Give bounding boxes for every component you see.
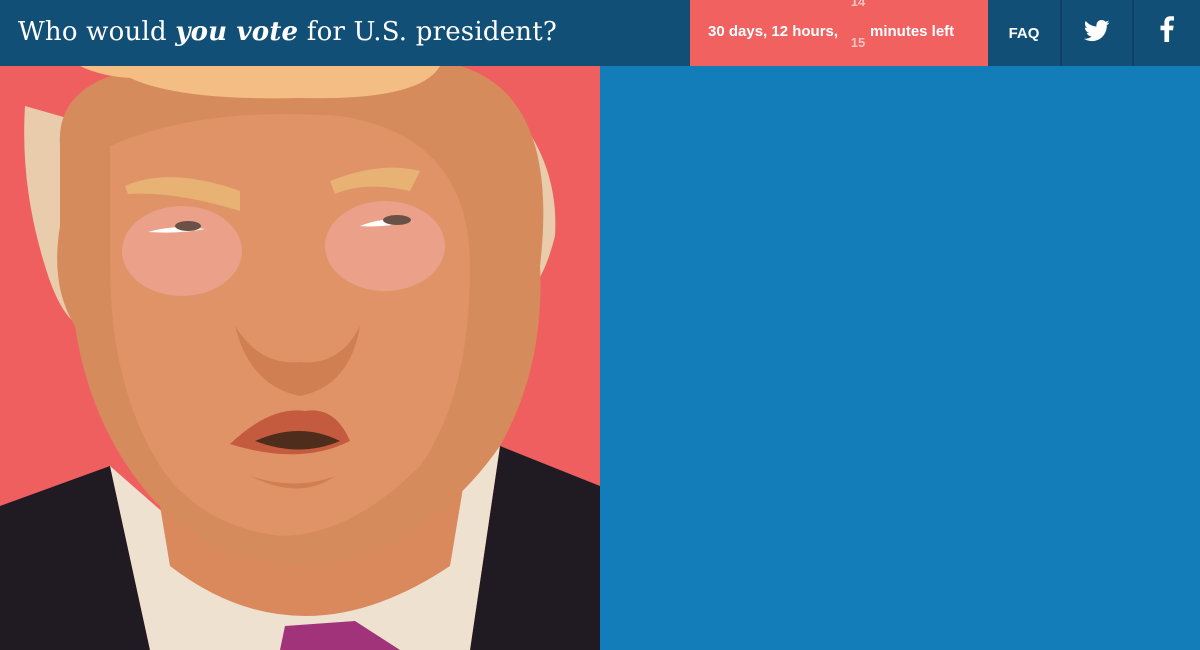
faq-label: FAQ [1008,24,1040,42]
countdown-timer: 30 days, 12 hours, 14 15 minutes left [690,0,988,66]
minutes-next: 15 [850,35,866,50]
twitter-share-button[interactable] [1062,0,1132,66]
page-title: Who would you vote for U.S. president? [18,12,557,52]
countdown-suffix: minutes left [870,23,955,40]
title-after: for U.S. president? [306,17,558,47]
facebook-share-button[interactable] [1134,0,1200,66]
faq-link[interactable]: FAQ [988,0,1060,66]
candidate-portrait [0,66,600,650]
title-before: Who would [18,17,167,47]
site-header: Who would you vote for U.S. president? 3… [0,0,1200,66]
countdown-minutes-ticker: 14 15 [850,0,866,66]
countdown-prefix: 30 days, 12 hours, [708,23,839,40]
facebook-icon [1160,16,1174,50]
twitter-icon [1083,19,1110,47]
minutes-previous: 14 [850,0,866,9]
candidate-right-panel[interactable] [600,66,1200,650]
title-emphasis: you vote [175,17,299,47]
candidate-left-panel[interactable] [0,66,600,650]
